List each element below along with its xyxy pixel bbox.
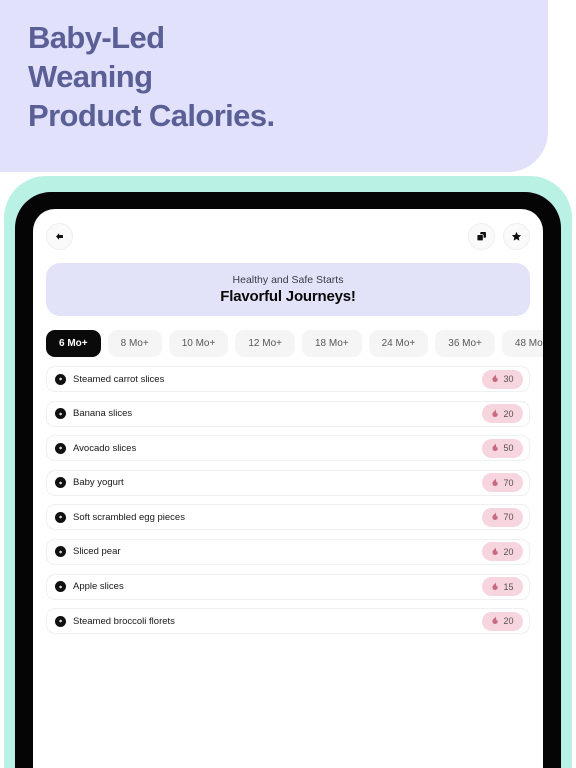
copy-button[interactable] — [468, 222, 495, 250]
flame-icon — [492, 408, 499, 417]
device-frame: Healthy and Safe Starts Flavorful Journe… — [15, 192, 561, 768]
favorite-button[interactable] — [503, 222, 530, 250]
arrow-circle-icon — [55, 581, 66, 593]
food-name: Banana slices — [73, 408, 133, 420]
calorie-value: 50 — [503, 443, 514, 454]
arrow-circle-icon — [55, 442, 66, 454]
food-row[interactable]: Soft scrambled egg pieces 70 — [46, 504, 530, 531]
arrow-circle-icon — [55, 373, 66, 385]
arrow-left-icon — [56, 232, 63, 240]
food-row[interactable]: Baby yogurt 70 — [46, 469, 530, 496]
arrow-circle-icon — [55, 408, 66, 420]
calorie-badge: 20 — [482, 611, 523, 631]
food-name: Baby yogurt — [73, 477, 124, 489]
star-icon — [511, 231, 522, 241]
age-filter-chips: 6 Mo+ 8 Mo+ 10 Mo+ 12 Mo+ 18 Mo+ 24 Mo+ 36 Mo+… — [33, 316, 543, 366]
promo-banner: Baby-Led Weaning Product Calories. — [0, 0, 548, 172]
food-name: Apple slices — [73, 581, 124, 593]
flame-icon — [492, 547, 499, 555]
age-chip-24-mo[interactable]: 24 Mo+ — [368, 330, 429, 357]
calorie-badge: 15 — [482, 577, 523, 597]
age-chip-48-mo[interactable]: 48 Mo+ — [501, 330, 543, 357]
food-row[interactable]: Apple slices 15 — [46, 573, 530, 600]
calorie-badge: 30 — [482, 369, 523, 389]
food-name: Sliced pear — [73, 546, 121, 558]
age-chip-10-mo[interactable]: 10 Mo+ — [168, 330, 229, 357]
device-screen: Healthy and Safe Starts Flavorful Journe… — [33, 209, 543, 768]
food-row[interactable]: Avocado slices 50 — [46, 435, 530, 462]
calorie-badge: 70 — [482, 473, 523, 493]
arrow-circle-icon — [55, 477, 66, 489]
hero-card: Healthy and Safe Starts Flavorful Journe… — [46, 263, 530, 316]
calorie-badge: 20 — [482, 542, 523, 562]
calorie-value: 70 — [503, 512, 514, 523]
flame-icon — [492, 478, 499, 486]
age-chip-18-mo[interactable]: 18 Mo+ — [301, 330, 362, 357]
age-chip-6-mo[interactable]: 6 Mo+ — [46, 330, 101, 357]
arrow-circle-icon — [55, 511, 66, 523]
copy-icon — [476, 231, 486, 241]
calorie-value: 20 — [503, 546, 514, 557]
arrow-circle-icon — [55, 615, 66, 627]
food-row[interactable]: Steamed carrot slices 30 — [46, 366, 530, 392]
app-top-bar — [33, 209, 543, 263]
calorie-badge: 70 — [482, 507, 523, 527]
calorie-badge: 50 — [482, 438, 523, 458]
flame-icon — [492, 443, 499, 452]
calorie-value: 20 — [503, 408, 514, 419]
hero-subtitle: Healthy and Safe Starts — [232, 273, 344, 286]
promo-title: Baby-Led Weaning Product Calories. — [28, 20, 275, 133]
calorie-value: 30 — [503, 374, 514, 384]
calorie-value: 70 — [503, 477, 514, 488]
age-chip-8-mo[interactable]: 8 Mo+ — [107, 330, 162, 357]
calorie-value: 15 — [503, 581, 514, 592]
food-list: Steamed carrot slices 30 Banana slices 20 Av… — [33, 366, 543, 635]
age-chip-12-mo[interactable]: 12 Mo+ — [235, 330, 295, 357]
flame-icon — [492, 581, 499, 590]
calorie-value: 20 — [503, 616, 514, 627]
screenshot-root: Baby-Led Weaning Product Calories. Healt… — [0, 0, 576, 768]
hero-title: Flavorful Journeys! — [220, 287, 356, 305]
age-chip-36-mo[interactable]: 36 Mo+ — [435, 330, 495, 357]
flame-icon — [492, 616, 499, 625]
food-name: Soft scrambled egg pieces — [73, 511, 185, 523]
arrow-circle-icon — [55, 546, 66, 558]
back-button[interactable] — [46, 222, 73, 250]
food-name: Steamed broccoli florets — [73, 615, 175, 627]
food-name: Avocado slices — [73, 442, 137, 454]
food-row[interactable]: Sliced pear 20 — [46, 538, 530, 565]
food-row[interactable]: Banana slices 20 — [46, 400, 530, 427]
flame-icon — [492, 512, 499, 521]
calorie-badge: 20 — [482, 404, 523, 424]
flame-icon — [492, 374, 499, 382]
food-row[interactable]: Steamed broccoli florets 20 — [46, 608, 530, 635]
food-name: Steamed carrot slices — [73, 373, 165, 385]
